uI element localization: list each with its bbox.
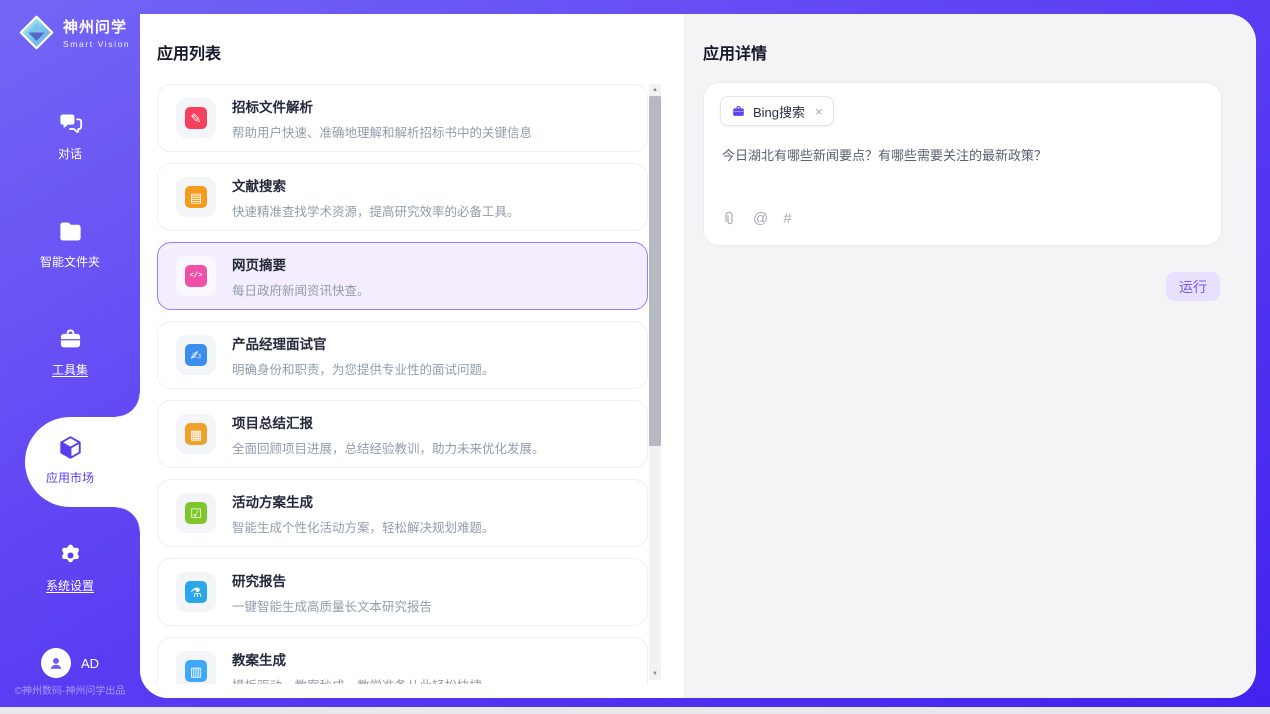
attachment-icon[interactable] (722, 211, 738, 227)
app-list-item[interactable]: ▦ 项目总结汇报全面回顾项目进展，总结经验教训，助力未来优化发展。 (157, 400, 648, 468)
brand-name: 神州问学 (63, 16, 130, 37)
sidebar-item-settings[interactable]: 系统设置 (0, 534, 140, 606)
app-item-description: 帮助用户快速、准确地理解和解析招标书中的关键信息 (232, 122, 532, 141)
sidebar-item-label: 应用市场 (46, 469, 94, 486)
user-initials: AD (81, 656, 99, 671)
person-icon (47, 654, 65, 672)
app-item-description: 每日政府新闻资讯快查。 (232, 280, 370, 299)
app-item-name: 网页摘要 (232, 254, 370, 274)
app-item-description: 模板驱动，教案秒成，教学准备从此轻松快捷 (232, 675, 482, 685)
app-icon-glyph: </> (185, 265, 207, 287)
app-item-name: 项目总结汇报 (232, 412, 545, 432)
research-icon: ⚗ (176, 572, 216, 612)
app-list-item[interactable]: ▥ 教案生成模板驱动，教案秒成，教学准备从此轻松快捷 (157, 637, 648, 684)
app-item-name: 文献搜索 (232, 175, 520, 195)
app-list-item[interactable]: ⚗ 研究报告一键智能生成高质量长文本研究报告 (157, 558, 648, 626)
app-icon-glyph: ▦ (185, 423, 207, 445)
app-item-text: 文献搜索快速精准查找学术资源，提高研究效率的必备工具。 (232, 175, 520, 220)
cube-icon (57, 434, 84, 461)
app-item-text: 教案生成模板驱动，教案秒成，教学准备从此轻松快捷 (232, 649, 482, 685)
web-code-icon: </> (176, 256, 216, 296)
app-item-name: 研究报告 (232, 570, 432, 590)
app-item-text: 产品经理面试官明确身份和职责，为您提供专业性的面试问题。 (232, 333, 495, 378)
folder-icon (57, 218, 84, 245)
app-item-text: 招标文件解析帮助用户快速、准确地理解和解析招标书中的关键信息 (232, 96, 532, 141)
tool-chip-bing-search[interactable]: Bing搜索 × (720, 96, 834, 126)
app-list-item[interactable]: ✍ 产品经理面试官明确身份和职责，为您提供专业性的面试问题。 (157, 321, 648, 389)
sidebar-nav: 对话智能文件夹工具集应用市场系统设置 (0, 102, 140, 642)
app-icon-glyph: ✍ (185, 344, 207, 366)
app-item-name: 产品经理面试官 (232, 333, 495, 353)
sidebar-item-label: 智能文件夹 (40, 253, 100, 270)
app-item-name: 教案生成 (232, 649, 482, 669)
app-item-text: 项目总结汇报全面回顾项目进展，总结经验教训，助力未来优化发展。 (232, 412, 545, 457)
app-item-description: 明确身份和职责，为您提供专业性的面试问题。 (232, 359, 495, 378)
app-detail-panel: 应用详情 Bing搜索 × 今日湖北有哪些新闻要点？有哪些需要关注的最新政策？ (685, 14, 1256, 698)
scrollbar[interactable]: ▲ ▼ (649, 84, 661, 680)
app-item-description: 智能生成个性化活动方案，轻松解决规划难题。 (232, 517, 495, 536)
app-item-description: 全面回顾项目进展，总结经验教训，助力未来优化发展。 (232, 438, 545, 457)
bottom-edge-strip (0, 707, 1270, 714)
app-list: ✎ 招标文件解析帮助用户快速、准确地理解和解析招标书中的关键信息 ▤ 文献搜索快速精准… (157, 84, 648, 684)
sidebar-item-market[interactable]: 应用市场 (0, 426, 140, 498)
app-icon-glyph: ▤ (185, 186, 207, 208)
gear-icon (57, 542, 84, 569)
books-icon: ▥ (176, 651, 216, 684)
report-note-icon: ▦ (176, 414, 216, 454)
chip-close-icon[interactable]: × (815, 104, 823, 119)
chat-icon (57, 110, 84, 137)
app-icon-glyph: ⚗ (185, 581, 207, 603)
app-item-description: 快速精准查找学术资源，提高研究效率的必备工具。 (232, 201, 520, 220)
mention-icon[interactable]: @ (753, 210, 768, 227)
copyright-text: ©神州数码·神州问学出品 (0, 682, 140, 697)
prompt-input[interactable]: 今日湖北有哪些新闻要点？有哪些需要关注的最新政策？ (722, 145, 1205, 164)
sidebar: 神州问学 Smart Vision 对话智能文件夹工具集应用市场系统设置 AD … (0, 0, 140, 707)
app-detail-title: 应用详情 (703, 40, 767, 64)
app-list-panel: 应用列表 ✎ 招标文件解析帮助用户快速、准确地理解和解析招标书中的关键信息 ▤ 文献搜… (140, 14, 685, 698)
hash-icon[interactable]: # (783, 210, 791, 227)
edit-icon: ✎ (176, 98, 216, 138)
app-item-text: 活动方案生成智能生成个性化活动方案，轻松解决规划难题。 (232, 491, 495, 536)
app-item-name: 活动方案生成 (232, 491, 495, 511)
main-card: 应用列表 ✎ 招标文件解析帮助用户快速、准确地理解和解析招标书中的关键信息 ▤ 文献搜… (140, 14, 1256, 698)
clipboard-check-icon: ☑ (176, 493, 216, 533)
sidebar-item-tools[interactable]: 工具集 (0, 318, 140, 390)
book-icon: ▤ (176, 177, 216, 217)
app-icon-glyph: ☑ (185, 502, 207, 524)
scrollbar-thumb[interactable] (649, 96, 661, 446)
toolbox-icon (57, 326, 84, 353)
app-icon-glyph: ✎ (185, 107, 207, 129)
app-list-item[interactable]: ✎ 招标文件解析帮助用户快速、准确地理解和解析招标书中的关键信息 (157, 84, 648, 152)
active-tab-bubble (25, 417, 140, 507)
app-list-item[interactable]: ▤ 文献搜索快速精准查找学术资源，提高研究效率的必备工具。 (157, 163, 648, 231)
run-button[interactable]: 运行 (1166, 272, 1220, 301)
sidebar-item-chat[interactable]: 对话 (0, 102, 140, 174)
sidebar-item-label: 系统设置 (46, 577, 94, 594)
scroll-up-arrow-icon[interactable]: ▲ (649, 84, 661, 96)
interview-doc-icon: ✍ (176, 335, 216, 375)
brand-subtitle: Smart Vision (63, 39, 130, 49)
briefcase-icon (731, 104, 746, 119)
app-icon-glyph: ▥ (185, 660, 207, 682)
app-item-name: 招标文件解析 (232, 96, 532, 116)
tool-chip-label: Bing搜索 (753, 102, 805, 121)
sidebar-item-folders[interactable]: 智能文件夹 (0, 210, 140, 282)
prompt-toolbar: @ # (722, 210, 792, 227)
scroll-down-arrow-icon[interactable]: ▼ (649, 668, 661, 680)
app-item-text: 网页摘要每日政府新闻资讯快查。 (232, 254, 370, 299)
prompt-card[interactable]: Bing搜索 × 今日湖北有哪些新闻要点？有哪些需要关注的最新政策？ @ # (703, 82, 1222, 246)
app-list-item[interactable]: </> 网页摘要每日政府新闻资讯快查。 (157, 242, 648, 310)
brand-logo: 神州问学 Smart Vision (18, 14, 130, 51)
sidebar-item-label: 工具集 (52, 361, 88, 378)
app-list-item[interactable]: ☑ 活动方案生成智能生成个性化活动方案，轻松解决规划难题。 (157, 479, 648, 547)
app-item-description: 一键智能生成高质量长文本研究报告 (232, 596, 432, 615)
diamond-logo-icon (18, 14, 55, 51)
avatar[interactable] (41, 648, 71, 678)
app-item-text: 研究报告一键智能生成高质量长文本研究报告 (232, 570, 432, 615)
user-row[interactable]: AD (0, 648, 140, 678)
sidebar-item-label: 对话 (58, 145, 82, 162)
app-list-title: 应用列表 (157, 40, 221, 64)
